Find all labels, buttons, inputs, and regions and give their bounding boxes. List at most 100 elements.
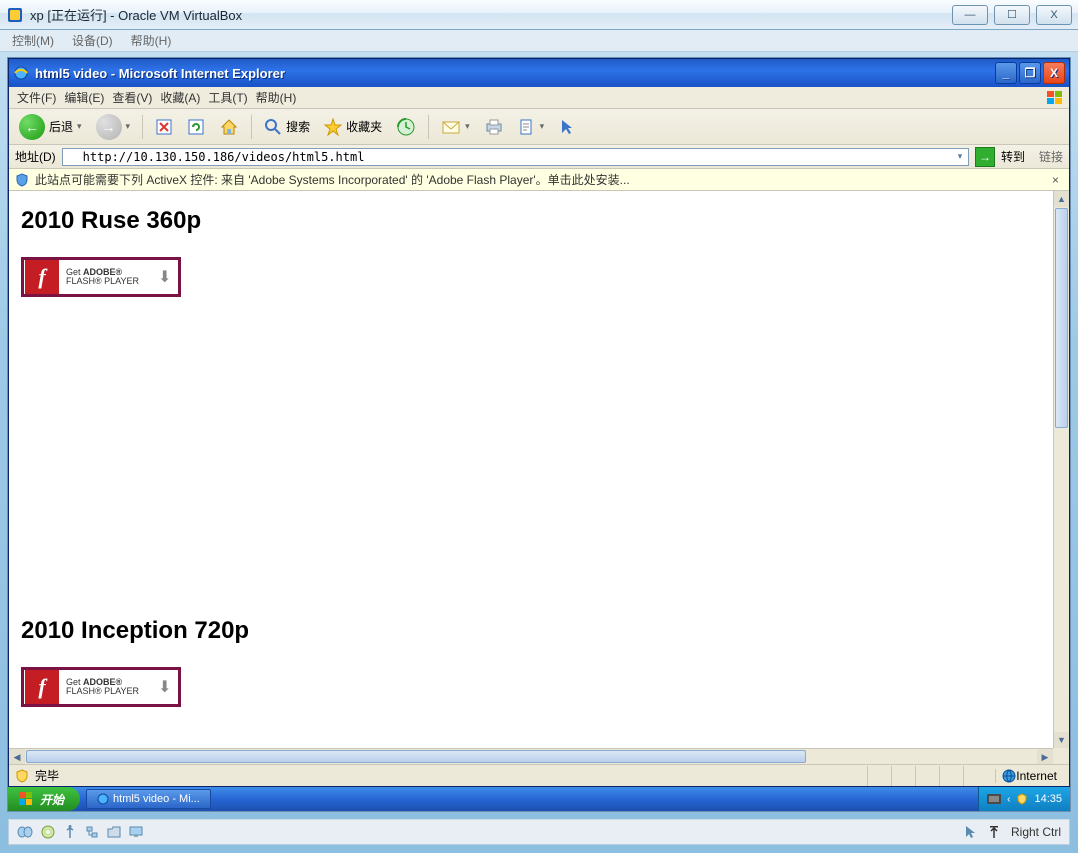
maximize-button[interactable]: ☐ bbox=[994, 5, 1030, 25]
edit-button[interactable]: ▾ bbox=[514, 113, 549, 141]
ie-address-bar: 地址(D) ▾ → 转到 链接 bbox=[9, 145, 1069, 169]
ie-menu-edit[interactable]: 编辑(E) bbox=[64, 89, 104, 106]
taskbar-item-label: html5 video - Mi... bbox=[113, 793, 200, 805]
search-button[interactable]: 搜索 bbox=[260, 113, 314, 141]
usb-icon bbox=[63, 825, 77, 839]
download-arrow-icon: ⬇ bbox=[158, 677, 178, 697]
activex-infobar[interactable]: 此站点可能需要下列 ActiveX 控件: 来自 'Adobe Systems … bbox=[9, 169, 1069, 191]
refresh-icon bbox=[187, 118, 205, 136]
go-arrow-icon: → bbox=[979, 150, 991, 164]
address-input[interactable] bbox=[62, 148, 969, 166]
flash-text: Get ADOBE® FLASH® PLAYER bbox=[60, 678, 158, 696]
ie-menu-favorites[interactable]: 收藏(A) bbox=[160, 89, 200, 106]
zone-label: Internet bbox=[1016, 769, 1057, 783]
menu-control[interactable]: 控制(M) bbox=[12, 32, 54, 49]
taskbar-item[interactable]: html5 video - Mi... bbox=[86, 789, 211, 809]
windows-logo-icon bbox=[18, 791, 34, 807]
keyboard-tray-icon[interactable] bbox=[987, 794, 1001, 804]
scroll-right-button[interactable]: ▶ bbox=[1037, 749, 1053, 764]
ie-titlebar: html5 video - Microsoft Internet Explore… bbox=[9, 59, 1069, 87]
address-dropdown-icon[interactable]: ▾ bbox=[953, 150, 967, 164]
history-icon bbox=[396, 117, 416, 137]
go-button[interactable]: → bbox=[975, 147, 995, 167]
system-tray[interactable]: ‹ 14:35 bbox=[978, 787, 1070, 811]
scroll-down-button[interactable]: ▼ bbox=[1054, 732, 1069, 748]
menu-devices[interactable]: 设备(D) bbox=[72, 32, 113, 49]
back-icon: ← bbox=[19, 114, 45, 140]
discuss-button[interactable] bbox=[554, 113, 580, 141]
ie-menu-help[interactable]: 帮助(H) bbox=[256, 89, 297, 106]
stop-button[interactable] bbox=[151, 113, 177, 141]
favorites-label: 收藏夹 bbox=[346, 118, 382, 135]
ie-close-button[interactable]: X bbox=[1043, 62, 1065, 84]
status-text: 完毕 bbox=[35, 767, 59, 784]
get-flash-player-link[interactable]: f Get ADOBE® FLASH® PLAYER ⬇ bbox=[21, 667, 181, 707]
forward-button[interactable]: → ▾ bbox=[92, 113, 135, 141]
status-shield-icon bbox=[15, 769, 29, 783]
back-button[interactable]: ← 后退 ▾ bbox=[15, 113, 86, 141]
ie-toolbar: ← 后退 ▾ → ▾ bbox=[9, 109, 1069, 145]
hscroll-thumb[interactable] bbox=[26, 750, 806, 763]
tray-shield-icon[interactable] bbox=[1016, 793, 1028, 805]
status-slots bbox=[867, 766, 987, 786]
home-button[interactable] bbox=[215, 113, 243, 141]
start-button[interactable]: 开始 bbox=[8, 787, 80, 811]
horizontal-scrollbar[interactable]: ◀ ▶ bbox=[9, 748, 1053, 764]
star-icon bbox=[324, 118, 342, 136]
scroll-thumb[interactable] bbox=[1055, 208, 1068, 428]
home-icon bbox=[219, 117, 239, 137]
hostkey-indicator-icon bbox=[987, 825, 1001, 839]
get-flash-player-link[interactable]: f Get ADOBE® FLASH® PLAYER ⬇ bbox=[21, 257, 181, 297]
virtualbox-statusbar: Right Ctrl bbox=[8, 819, 1070, 845]
mail-icon bbox=[441, 118, 461, 136]
infobar-close-button[interactable]: × bbox=[1048, 173, 1063, 187]
ie-menu-view[interactable]: 查看(V) bbox=[112, 89, 152, 106]
video-heading: 2010 Ruse 360p bbox=[21, 207, 1041, 235]
hostkey-label: Right Ctrl bbox=[1011, 825, 1061, 839]
infobar-text: 此站点可能需要下列 ActiveX 控件: 来自 'Adobe Systems … bbox=[35, 171, 630, 188]
minimize-button[interactable]: — bbox=[952, 5, 988, 25]
vertical-scrollbar[interactable]: ▲ ▼ bbox=[1053, 191, 1069, 748]
menu-help[interactable]: 帮助(H) bbox=[131, 32, 172, 49]
links-label[interactable]: 链接 bbox=[1039, 148, 1063, 165]
back-label: 后退 bbox=[49, 118, 73, 135]
scroll-up-button[interactable]: ▲ bbox=[1054, 191, 1069, 207]
forward-icon: → bbox=[96, 114, 122, 140]
history-button[interactable] bbox=[392, 113, 420, 141]
favorites-button[interactable]: 收藏夹 bbox=[320, 113, 386, 141]
close-button[interactable]: X bbox=[1036, 5, 1072, 25]
print-icon bbox=[484, 118, 504, 136]
ie-title: html5 video - Microsoft Internet Explore… bbox=[35, 66, 285, 81]
mail-dropdown-icon[interactable]: ▾ bbox=[465, 121, 470, 132]
mouse-integration-icon bbox=[963, 825, 977, 839]
display-icon bbox=[129, 826, 143, 838]
virtualbox-titlebar: xp [正在运行] - Oracle VM VirtualBox — ☐ X bbox=[0, 0, 1078, 30]
flash-icon: f bbox=[25, 260, 59, 294]
guest-display: html5 video - Microsoft Internet Explore… bbox=[8, 58, 1070, 811]
refresh-button[interactable] bbox=[183, 113, 209, 141]
mail-button[interactable]: ▾ bbox=[437, 113, 474, 141]
scroll-left-button[interactable]: ◀ bbox=[9, 749, 25, 764]
virtualbox-icon bbox=[6, 6, 24, 24]
back-dropdown-icon[interactable]: ▾ bbox=[77, 121, 82, 132]
ie-status-bar: 完毕 Internet bbox=[9, 764, 1069, 786]
flash-icon: f bbox=[25, 670, 59, 704]
ie-menu-file[interactable]: 文件(F) bbox=[17, 89, 56, 106]
ie-icon bbox=[13, 65, 29, 81]
forward-dropdown-icon[interactable]: ▾ bbox=[126, 121, 131, 132]
ie-menubar: 文件(F) 编辑(E) 查看(V) 收藏(A) 工具(T) 帮助(H) bbox=[9, 87, 1069, 109]
start-label: 开始 bbox=[40, 791, 64, 808]
network-icon bbox=[85, 825, 99, 839]
print-button[interactable] bbox=[480, 113, 508, 141]
edit-icon bbox=[518, 118, 536, 136]
edit-dropdown-icon[interactable]: ▾ bbox=[540, 121, 545, 132]
ie-minimize-button[interactable]: _ bbox=[995, 62, 1017, 84]
xp-taskbar: 开始 html5 video - Mi... ‹ 14:35 bbox=[8, 787, 1070, 811]
go-label: 转到 bbox=[1001, 148, 1025, 165]
ie-menu-tools[interactable]: 工具(T) bbox=[208, 89, 247, 106]
tray-expand-icon[interactable]: ‹ bbox=[1007, 794, 1010, 805]
search-label: 搜索 bbox=[286, 118, 310, 135]
cd-activity-icon bbox=[41, 825, 55, 839]
ie-maximize-button[interactable]: ❐ bbox=[1019, 62, 1041, 84]
tray-clock: 14:35 bbox=[1034, 793, 1062, 805]
